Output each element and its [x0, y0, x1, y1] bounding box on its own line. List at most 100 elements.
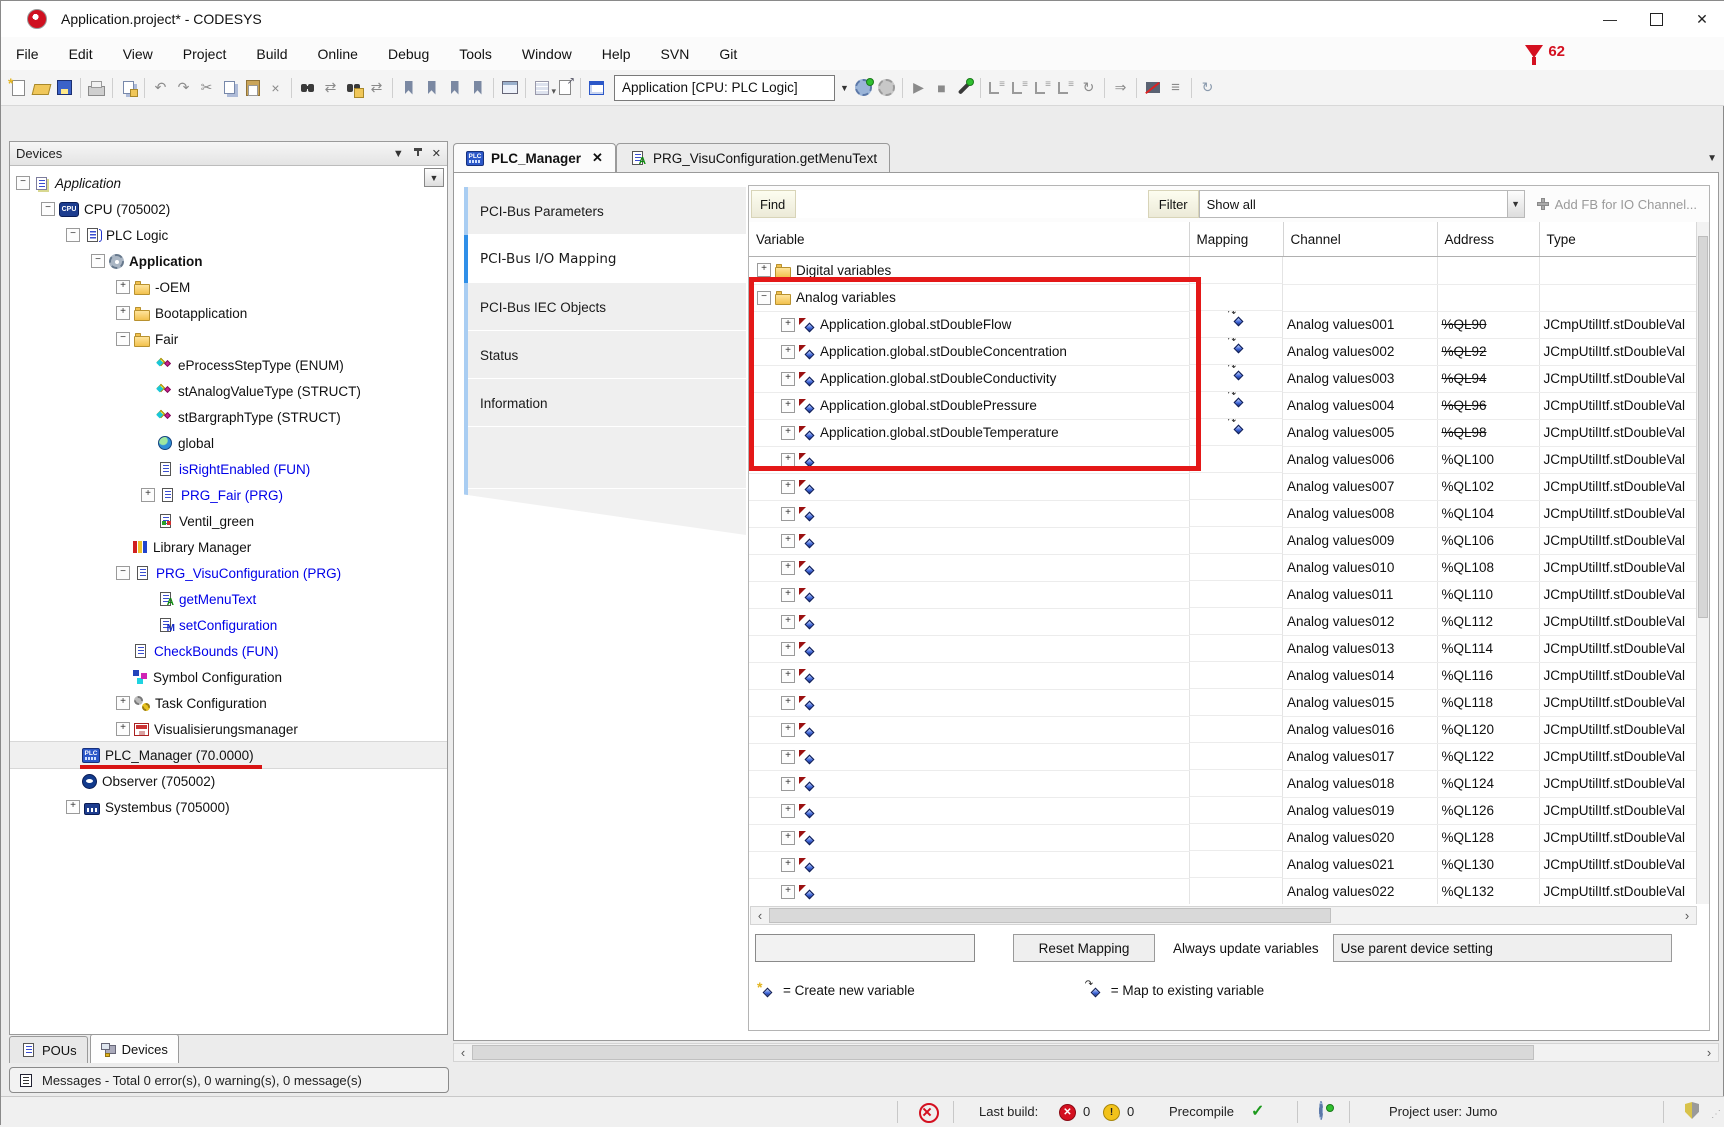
- open-file-icon[interactable]: [30, 77, 53, 99]
- expander[interactable]: +: [781, 480, 795, 494]
- menu-window[interactable]: Window: [507, 46, 587, 62]
- expander[interactable]: +: [781, 561, 795, 575]
- expander[interactable]: +: [781, 831, 795, 845]
- replace-objects-icon[interactable]: ⇄: [365, 77, 388, 99]
- expander[interactable]: +: [66, 800, 80, 814]
- tree-item[interactable]: Observer (705002): [10, 768, 447, 794]
- tree-item[interactable]: −Application: [10, 170, 447, 196]
- tab-getmenutext[interactable]: PRG_VisuConfiguration.getMenuText: [616, 143, 890, 173]
- filter-select[interactable]: Show all: [1199, 190, 1508, 218]
- tab-close-icon[interactable]: ✕: [592, 150, 603, 166]
- expander[interactable]: +: [781, 885, 795, 899]
- expander[interactable]: +: [757, 263, 771, 277]
- tree-item[interactable]: −PRG_VisuConfiguration (PRG): [10, 560, 447, 586]
- table-row[interactable]: +Digital variables: [749, 257, 1697, 285]
- table-row[interactable]: +Analog values014%QL116JCmpUtilItf.stDou…: [749, 662, 1697, 689]
- tree-item[interactable]: getMenuText: [10, 586, 447, 612]
- expander[interactable]: +: [116, 722, 130, 736]
- step-out-icon[interactable]: [1031, 77, 1054, 99]
- scroll-right-icon[interactable]: ›: [1678, 908, 1696, 923]
- expander[interactable]: −: [16, 176, 30, 190]
- expander[interactable]: +: [781, 804, 795, 818]
- expander[interactable]: +: [781, 345, 795, 359]
- expander[interactable]: +: [781, 372, 795, 386]
- copy-project-icon[interactable]: [117, 77, 140, 99]
- scroll-thumb[interactable]: [472, 1045, 1534, 1060]
- sync-icon[interactable]: [1196, 77, 1219, 99]
- table-row[interactable]: +Application.global.stDoubleConcentratio…: [749, 338, 1697, 365]
- table-row[interactable]: +Application.global.stDoubleTemperatureA…: [749, 419, 1697, 446]
- tree-item[interactable]: +Bootapplication: [10, 300, 447, 326]
- table-row[interactable]: −Analog variables: [749, 284, 1697, 311]
- tree-item[interactable]: +Task Configuration: [10, 690, 447, 716]
- tab-pous[interactable]: POUs: [9, 1036, 88, 1063]
- replace-icon[interactable]: ⇄: [319, 77, 342, 99]
- scroll-left-icon[interactable]: ‹: [454, 1045, 472, 1060]
- mapping-input[interactable]: [755, 934, 975, 962]
- export-icon[interactable]: [553, 77, 576, 99]
- tab-pci-bus-io-mapping[interactable]: PCI-Bus I/O Mapping: [464, 235, 746, 283]
- breakpoint-toggle-icon[interactable]: [953, 77, 976, 99]
- maximize-button[interactable]: [1633, 1, 1679, 37]
- find-icon[interactable]: [296, 77, 319, 99]
- menu-build[interactable]: Build: [241, 46, 302, 62]
- table-row[interactable]: +Analog values022%QL132JCmpUtilItf.stDou…: [749, 878, 1697, 904]
- expander[interactable]: +: [116, 696, 130, 710]
- expander[interactable]: +: [781, 588, 795, 602]
- tab-pci-bus-iec-objects[interactable]: PCI-Bus IEC Objects: [464, 283, 746, 331]
- reset-mapping-button[interactable]: Reset Mapping: [1013, 934, 1155, 962]
- pin-icon[interactable]: [414, 148, 422, 159]
- step-over-icon[interactable]: [985, 77, 1008, 99]
- table-row[interactable]: +Analog values021%QL130JCmpUtilItf.stDou…: [749, 851, 1697, 878]
- expander[interactable]: +: [781, 318, 795, 332]
- column-header[interactable]: Channel: [1283, 222, 1437, 257]
- start-icon[interactable]: ▶: [907, 77, 930, 99]
- expander[interactable]: +: [781, 750, 795, 764]
- menu-debug[interactable]: Debug: [373, 46, 444, 62]
- tab-pci-bus-parameters[interactable]: PCI-Bus Parameters: [464, 187, 746, 235]
- menu-svn[interactable]: SVN: [646, 46, 705, 62]
- scroll-left-icon[interactable]: ‹: [751, 908, 769, 923]
- table-row[interactable]: +Application.global.stDoubleFlowAnalog v…: [749, 311, 1697, 338]
- tree-item[interactable]: Ventil_green: [10, 508, 447, 534]
- table-row[interactable]: +Analog values019%QL126JCmpUtilItf.stDou…: [749, 797, 1697, 824]
- filter-dropdown-icon[interactable]: ▼: [1508, 190, 1525, 218]
- tree-item[interactable]: +Visualisierungsmanager: [10, 716, 447, 742]
- properties-icon[interactable]: [498, 77, 521, 99]
- undo-icon[interactable]: ↶: [149, 77, 172, 99]
- table-row[interactable]: +Analog values010%QL108JCmpUtilItf.stDou…: [749, 554, 1697, 581]
- tree-dropdown-button[interactable]: ▼: [424, 168, 444, 187]
- watch-icon[interactable]: [1164, 77, 1187, 99]
- scroll-right-icon[interactable]: ›: [1700, 1045, 1718, 1060]
- column-header[interactable]: Type: [1539, 222, 1697, 257]
- table-row[interactable]: +Analog values018%QL124JCmpUtilItf.stDou…: [749, 770, 1697, 797]
- column-header[interactable]: Address: [1437, 222, 1539, 257]
- print-icon[interactable]: [85, 77, 108, 99]
- run-to-cursor-icon[interactable]: [1054, 77, 1077, 99]
- expander[interactable]: +: [781, 642, 795, 656]
- tab-information[interactable]: Information: [464, 379, 746, 427]
- expander[interactable]: +: [781, 696, 795, 710]
- table-row[interactable]: +Analog values015%QL118JCmpUtilItf.stDou…: [749, 689, 1697, 716]
- expander[interactable]: +: [141, 488, 155, 502]
- tree-item[interactable]: −Fair: [10, 326, 447, 352]
- menu-view[interactable]: View: [108, 46, 168, 62]
- add-fb-button[interactable]: Add FB for IO Channel...: [1525, 189, 1709, 219]
- expander[interactable]: +: [781, 777, 795, 791]
- tree-item[interactable]: −Application: [10, 248, 447, 274]
- delete-icon[interactable]: ×: [264, 77, 287, 99]
- tree-item[interactable]: −PLC Logic: [10, 222, 447, 248]
- expander[interactable]: +: [781, 399, 795, 413]
- column-header[interactable]: Variable: [749, 222, 1189, 257]
- editor-horizontal-scrollbar[interactable]: ‹ ›: [453, 1043, 1719, 1062]
- tree-item[interactable]: +Systembus (705000): [10, 794, 447, 820]
- table-row[interactable]: +Application.global.stDoubleConductivity…: [749, 365, 1697, 392]
- tab-devices[interactable]: Devices: [90, 1034, 179, 1063]
- table-row[interactable]: +Analog values011%QL110JCmpUtilItf.stDou…: [749, 581, 1697, 608]
- tab-plc-manager[interactable]: PLC_Manager ✕: [453, 143, 616, 173]
- tab-list-dropdown-icon[interactable]: ▼: [1707, 153, 1717, 164]
- menu-file[interactable]: File: [1, 46, 54, 62]
- save-icon[interactable]: [53, 77, 76, 99]
- tree-item[interactable]: +PRG_Fair (PRG): [10, 482, 447, 508]
- tree-item[interactable]: PLC_Manager (70.0000): [10, 742, 447, 768]
